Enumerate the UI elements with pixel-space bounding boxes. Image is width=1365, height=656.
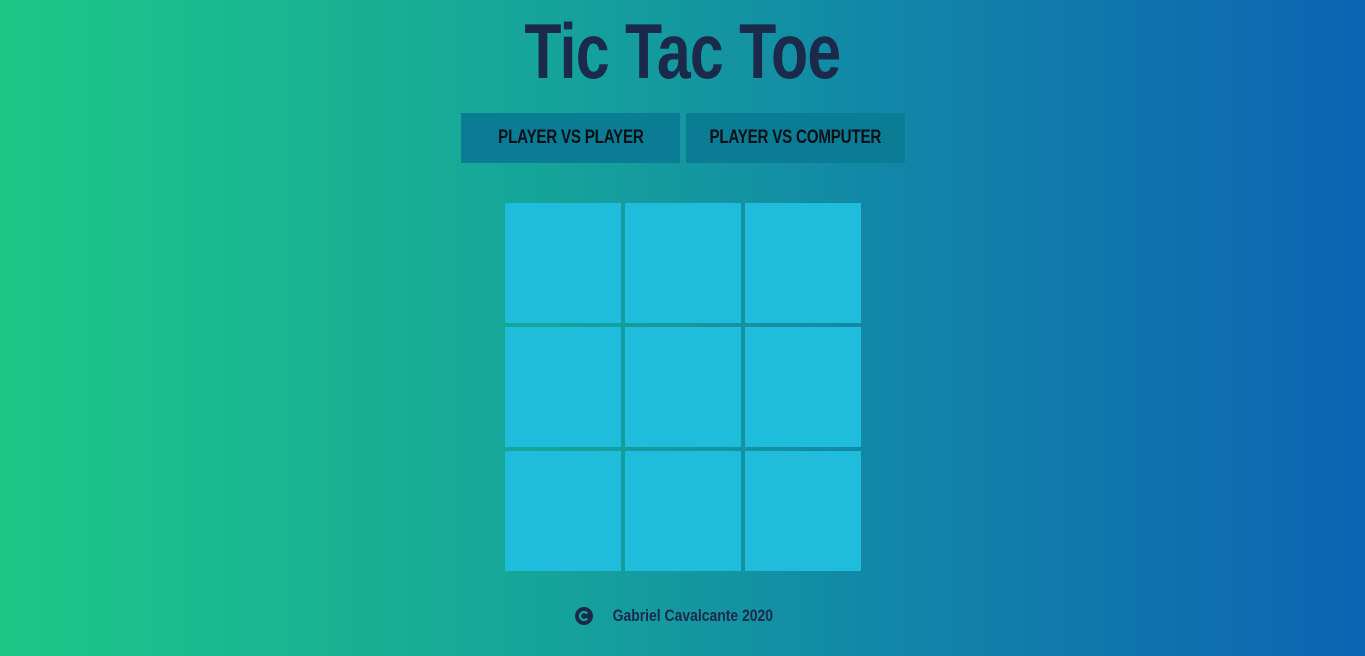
board-cell-8[interactable] <box>625 451 741 571</box>
board-cell-6[interactable] <box>745 327 861 447</box>
footer-credit: Gabriel Cavalcante 2020 <box>612 606 773 625</box>
board-cell-9[interactable] <box>745 451 861 571</box>
board-cell-2[interactable] <box>625 203 741 323</box>
player-vs-computer-label: PLAYER VS COMPUTER <box>709 127 882 148</box>
copyright-icon <box>574 607 593 625</box>
player-vs-computer-button[interactable]: PLAYER VS COMPUTER <box>686 113 905 163</box>
board-cell-7[interactable] <box>505 451 621 571</box>
player-vs-player-label: PLAYER VS PLAYER <box>497 127 644 148</box>
mode-selector: PLAYER VS PLAYER PLAYER VS COMPUTER <box>461 113 905 163</box>
player-vs-player-button[interactable]: PLAYER VS PLAYER <box>461 113 680 163</box>
board-cell-4[interactable] <box>505 327 621 447</box>
footer: Gabriel Cavalcante 2020 <box>0 603 1365 629</box>
page-title: Tic Tac Toe <box>524 7 841 95</box>
game-board <box>505 203 861 571</box>
board-cell-5[interactable] <box>625 327 741 447</box>
board-cell-1[interactable] <box>505 203 621 323</box>
board-cell-3[interactable] <box>745 203 861 323</box>
